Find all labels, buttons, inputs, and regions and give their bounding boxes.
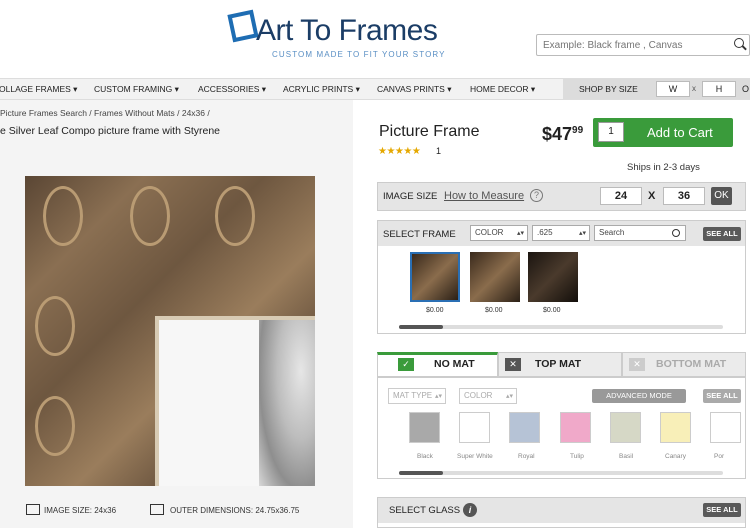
product-description: e Silver Leaf Compo picture frame with S… — [0, 125, 221, 137]
breadcrumb[interactable]: Picture Frames Search / Frames Without M… — [0, 108, 210, 118]
swatch-label: Royal — [518, 453, 535, 460]
check-icon: ✓ — [398, 358, 414, 371]
frame-opening — [155, 316, 315, 486]
mat-swatch-tulip[interactable] — [560, 412, 591, 443]
frame-price-1: $0.00 — [426, 307, 444, 314]
mat-swatch-royal[interactable] — [509, 412, 540, 443]
select-frame-label: SELECT FRAME — [383, 229, 456, 240]
mat-swatch-basil[interactable] — [610, 412, 641, 443]
shop-size-or: O — [742, 84, 750, 94]
frame-color-select[interactable]: COLOR ▴▾ — [470, 225, 528, 241]
mat-scrollbar[interactable] — [399, 471, 723, 475]
product-title: Picture Frame — [379, 123, 480, 140]
sample-photo — [259, 320, 315, 486]
tab-bottom-mat-label[interactable]: BOTTOM MAT — [656, 358, 726, 370]
mat-swatch-canary[interactable] — [660, 412, 691, 443]
logo-icon[interactable] — [227, 9, 259, 43]
image-size-label: IMAGE SIZE — [383, 191, 438, 202]
width-input[interactable]: 24 — [600, 187, 642, 205]
glass-see-all-button[interactable]: SEE ALL — [703, 503, 741, 517]
nav-acrylic-prints[interactable]: ACRYLIC PRINTS ▾ — [283, 84, 360, 95]
nav-home-decor[interactable]: HOME DECOR ▾ — [470, 84, 535, 95]
quantity-input[interactable]: 1 — [598, 122, 624, 142]
swatch-label: Por — [714, 453, 725, 460]
shop-by-size-label: SHOP BY SIZE — [579, 84, 638, 94]
tab-top-mat-label[interactable]: TOP MAT — [535, 358, 581, 370]
x-icon: ✕ — [505, 358, 521, 371]
mat-swatch-super-white[interactable] — [459, 412, 490, 443]
tab-no-mat-label[interactable]: NO MAT — [434, 358, 475, 370]
nav-collage-frames[interactable]: OLLAGE FRAMES ▾ — [0, 84, 77, 95]
info-icon[interactable]: i — [463, 503, 477, 517]
help-icon[interactable]: ? — [530, 189, 543, 202]
frame-price-3: $0.00 — [543, 307, 561, 314]
frame-thumbnail-2[interactable] — [470, 252, 520, 302]
frame-scrollbar[interactable] — [399, 325, 723, 329]
frame-scrollbar-thumb[interactable] — [399, 325, 443, 329]
select-glass-label: SELECT GLASS — [389, 505, 461, 516]
swatch-label: Super White — [457, 453, 493, 460]
swatch-label: Tulip — [570, 453, 584, 460]
mat-color-select[interactable]: COLOR ▴▾ — [459, 388, 517, 404]
mat-scrollbar-thumb[interactable] — [399, 471, 443, 475]
image-size-icon — [26, 504, 40, 515]
rating-count[interactable]: 1 — [436, 146, 441, 156]
tagline: CUSTOM MADE TO FIT YOUR STORY — [272, 50, 446, 59]
ok-button[interactable]: OK — [711, 187, 732, 205]
height-input[interactable]: 36 — [663, 187, 705, 205]
frame-width-select[interactable]: .625 ▴▾ — [532, 225, 590, 241]
price: $4799 — [542, 124, 584, 144]
mat-type-select[interactable]: MAT TYPE ▴▾ — [388, 388, 446, 404]
frame-preview-image[interactable] — [25, 176, 315, 486]
add-to-cart-label[interactable]: Add to Cart — [647, 125, 713, 140]
frame-price-2: $0.00 — [485, 307, 503, 314]
search-icon[interactable] — [734, 38, 744, 48]
shop-width-input[interactable]: W — [656, 81, 690, 97]
swatch-label: Basil — [619, 453, 634, 460]
mat-swatch-black[interactable] — [409, 412, 440, 443]
outer-dimensions-icon — [150, 504, 164, 515]
shop-size-separator: x — [692, 84, 696, 93]
mat-see-all-button[interactable]: SEE ALL — [703, 389, 741, 403]
shipping-info: Ships in 2-3 days — [627, 162, 700, 173]
swatch-label: Black — [417, 453, 433, 460]
swatch-label: Canary — [665, 453, 686, 460]
nav-accessories[interactable]: ACCESSORIES ▾ — [198, 84, 266, 95]
nav-custom-framing[interactable]: CUSTOM FRAMING ▾ — [94, 84, 179, 95]
mat-swatch-por[interactable] — [710, 412, 741, 443]
advanced-mode-button[interactable]: ADVANCED MODE — [592, 389, 686, 403]
image-size-info: IMAGE SIZE: 24x36 — [44, 506, 117, 515]
logo[interactable]: Art To Frames — [256, 14, 438, 48]
shop-height-input[interactable]: H — [702, 81, 736, 97]
frame-search-icon[interactable] — [672, 229, 680, 237]
how-to-measure-link[interactable]: How to Measure — [444, 190, 524, 202]
search-input[interactable] — [536, 34, 750, 56]
outer-dimensions-info: OUTER DIMENSIONS: 24.75x36.75 — [170, 506, 300, 515]
frame-thumbnail-3[interactable] — [528, 252, 578, 302]
rating-stars[interactable]: ★★★★★ — [378, 146, 421, 157]
frame-see-all-button[interactable]: SEE ALL — [703, 227, 741, 241]
frame-thumbnail-1[interactable] — [410, 252, 460, 302]
nav-canvas-prints[interactable]: CANVAS PRINTS ▾ — [377, 84, 452, 95]
x-icon: ✕ — [629, 358, 645, 371]
size-separator: X — [648, 190, 656, 202]
